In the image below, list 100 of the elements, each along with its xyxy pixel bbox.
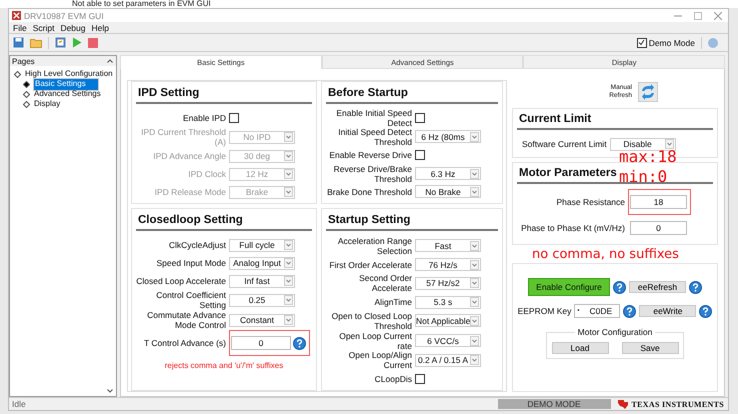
group-title: Motor Configuration bbox=[574, 327, 656, 337]
tree-item[interactable]: High Level Configuration bbox=[24, 69, 114, 79]
ti-logo-icon bbox=[616, 398, 629, 410]
scroll-up-icon[interactable] bbox=[107, 59, 113, 63]
ee-refresh-button[interactable]: eeRefresh bbox=[629, 281, 686, 293]
checkbox[interactable] bbox=[415, 374, 425, 384]
dropdown[interactable]: Constant bbox=[229, 314, 295, 326]
tree-item[interactable]: Advanced Settings bbox=[33, 89, 102, 99]
annotation-text: no comma, no suffixes bbox=[531, 247, 679, 263]
dropdown[interactable]: Full cycle bbox=[229, 238, 295, 252]
dropdown[interactable]: No Brake bbox=[415, 185, 481, 198]
tree-node-icon bbox=[14, 70, 21, 78]
menu-item[interactable]: Debug bbox=[60, 22, 86, 32]
field-label: Enable IPD bbox=[183, 113, 226, 123]
field-label: Acceleration Range Selection bbox=[336, 236, 412, 256]
folder-icon[interactable] bbox=[30, 38, 42, 48]
caret-icon[interactable] bbox=[470, 240, 479, 251]
checkbox[interactable] bbox=[229, 113, 239, 123]
field-label: Reverse Drive/Brake Threshold bbox=[332, 164, 412, 184]
motor-config-button[interactable]: Load bbox=[552, 342, 608, 354]
field-label: Commutate Advance Mode Control bbox=[146, 310, 226, 330]
close-icon[interactable] bbox=[714, 12, 722, 20]
field-label: AlignTime bbox=[374, 297, 412, 308]
tree-node-icon bbox=[23, 100, 30, 108]
input-field[interactable]: 18 bbox=[630, 195, 687, 209]
section-title: Startup Setting bbox=[327, 213, 412, 228]
menu-item[interactable]: Help bbox=[92, 22, 109, 32]
checkbox[interactable] bbox=[415, 113, 425, 124]
eeprom-key-label: EEPROM Key bbox=[518, 306, 572, 316]
caret-icon[interactable] bbox=[664, 139, 674, 149]
script-icon[interactable] bbox=[55, 37, 66, 48]
caret-icon[interactable] bbox=[470, 336, 479, 346]
dropdown[interactable]: 6.3 Hz bbox=[415, 167, 481, 180]
dropdown[interactable]: 76 Hz/s bbox=[415, 258, 481, 272]
caret-icon[interactable] bbox=[284, 276, 293, 286]
input-field[interactable]: 0 bbox=[231, 336, 291, 350]
status-text: Idle bbox=[12, 399, 26, 409]
scroll-down-icon[interactable] bbox=[107, 389, 113, 393]
enable-configure-button[interactable]: Enable Configure bbox=[528, 278, 610, 296]
caret-icon[interactable] bbox=[470, 316, 479, 326]
section-title: IPD Setting bbox=[137, 86, 200, 101]
save-icon[interactable] bbox=[13, 37, 24, 48]
field-label: Open Loop/Align Current bbox=[348, 350, 412, 370]
field-label: T Control Advance (s) bbox=[144, 338, 226, 348]
demo-mode-indicator: DEMO MODE bbox=[498, 399, 611, 409]
motor-config-button[interactable]: Save bbox=[622, 342, 678, 354]
dropdown[interactable]: Fast bbox=[415, 239, 481, 252]
tree-item[interactable]: Basic Settings bbox=[33, 78, 99, 90]
dropdown[interactable]: 6 VCC/s bbox=[415, 334, 481, 348]
maximize-icon[interactable] bbox=[694, 12, 702, 20]
field-label: Enable Initial Speed Detect bbox=[335, 108, 412, 128]
field-label: Control Coefficient Setting bbox=[155, 290, 226, 310]
caret-icon[interactable] bbox=[470, 132, 479, 142]
demo-mode-checkbox[interactable] bbox=[636, 38, 647, 48]
field-label: Open Loop Current rate bbox=[338, 330, 412, 351]
menu-item[interactable]: Script bbox=[32, 22, 54, 32]
dropdown[interactable]: Disable bbox=[610, 138, 676, 150]
annotation-text: min:0 bbox=[619, 167, 668, 187]
input-field[interactable]: 0 bbox=[630, 221, 687, 235]
caret-icon[interactable] bbox=[284, 240, 293, 250]
caret-icon[interactable] bbox=[470, 260, 479, 270]
section-title: Current Limit bbox=[518, 112, 592, 127]
caret-icon[interactable] bbox=[470, 168, 479, 179]
field-label: Phase to Phase Kt (mV/Hz) bbox=[521, 223, 625, 233]
dropdown[interactable]: Inf fast bbox=[229, 274, 295, 288]
field-label: Phase Resistance bbox=[556, 197, 625, 207]
dropdown[interactable]: 57 Hz/s2 bbox=[415, 276, 481, 290]
dropdown[interactable]: 6 Hz (80ms bbox=[415, 130, 481, 144]
tree-node-icon bbox=[23, 90, 30, 98]
field-label: IPD Current Threshold (A) bbox=[140, 127, 226, 147]
menu-item[interactable]: File bbox=[13, 22, 27, 32]
refresh-icon[interactable] bbox=[638, 82, 658, 102]
play-icon[interactable] bbox=[72, 37, 82, 48]
ee-write-button[interactable]: eeWrite bbox=[639, 305, 696, 317]
caret-icon[interactable] bbox=[470, 186, 479, 197]
section-title: Motor Parameters bbox=[518, 166, 618, 181]
caret-icon[interactable] bbox=[284, 258, 293, 268]
caret-icon[interactable] bbox=[284, 295, 293, 305]
caret-icon[interactable] bbox=[284, 315, 293, 325]
caret-icon[interactable] bbox=[470, 355, 479, 366]
company-logo-text: TEXAS INSTRUMENTS bbox=[632, 400, 724, 408]
window-title: DRV10987 EVM GUI bbox=[24, 10, 104, 20]
dropdown[interactable]: 0.2 A / 0.15 A bbox=[415, 354, 481, 367]
dropdown[interactable]: 0.25 bbox=[229, 294, 295, 306]
dropdown[interactable]: Not Applicable bbox=[415, 314, 481, 328]
tree-node-icon bbox=[23, 80, 30, 88]
stop-icon[interactable] bbox=[88, 38, 98, 48]
field-label: Speed Input Mode bbox=[156, 258, 226, 268]
checkbox[interactable] bbox=[415, 150, 425, 160]
dropdown[interactable]: 5.3 s bbox=[415, 296, 481, 309]
tree-item[interactable]: Display bbox=[33, 99, 62, 109]
section-title: Before Startup bbox=[327, 86, 409, 101]
field-label: ClkCycleAdjust bbox=[168, 240, 226, 250]
caret-icon[interactable] bbox=[470, 297, 479, 308]
field-label: IPD Clock bbox=[188, 169, 226, 179]
pages-title: Pages bbox=[12, 56, 35, 66]
caret-icon[interactable] bbox=[470, 278, 479, 288]
field-label: Software Current Limit bbox=[522, 139, 607, 149]
dropdown[interactable]: Analog Input bbox=[229, 256, 295, 270]
field-label: First Order Accelerate bbox=[329, 260, 412, 270]
